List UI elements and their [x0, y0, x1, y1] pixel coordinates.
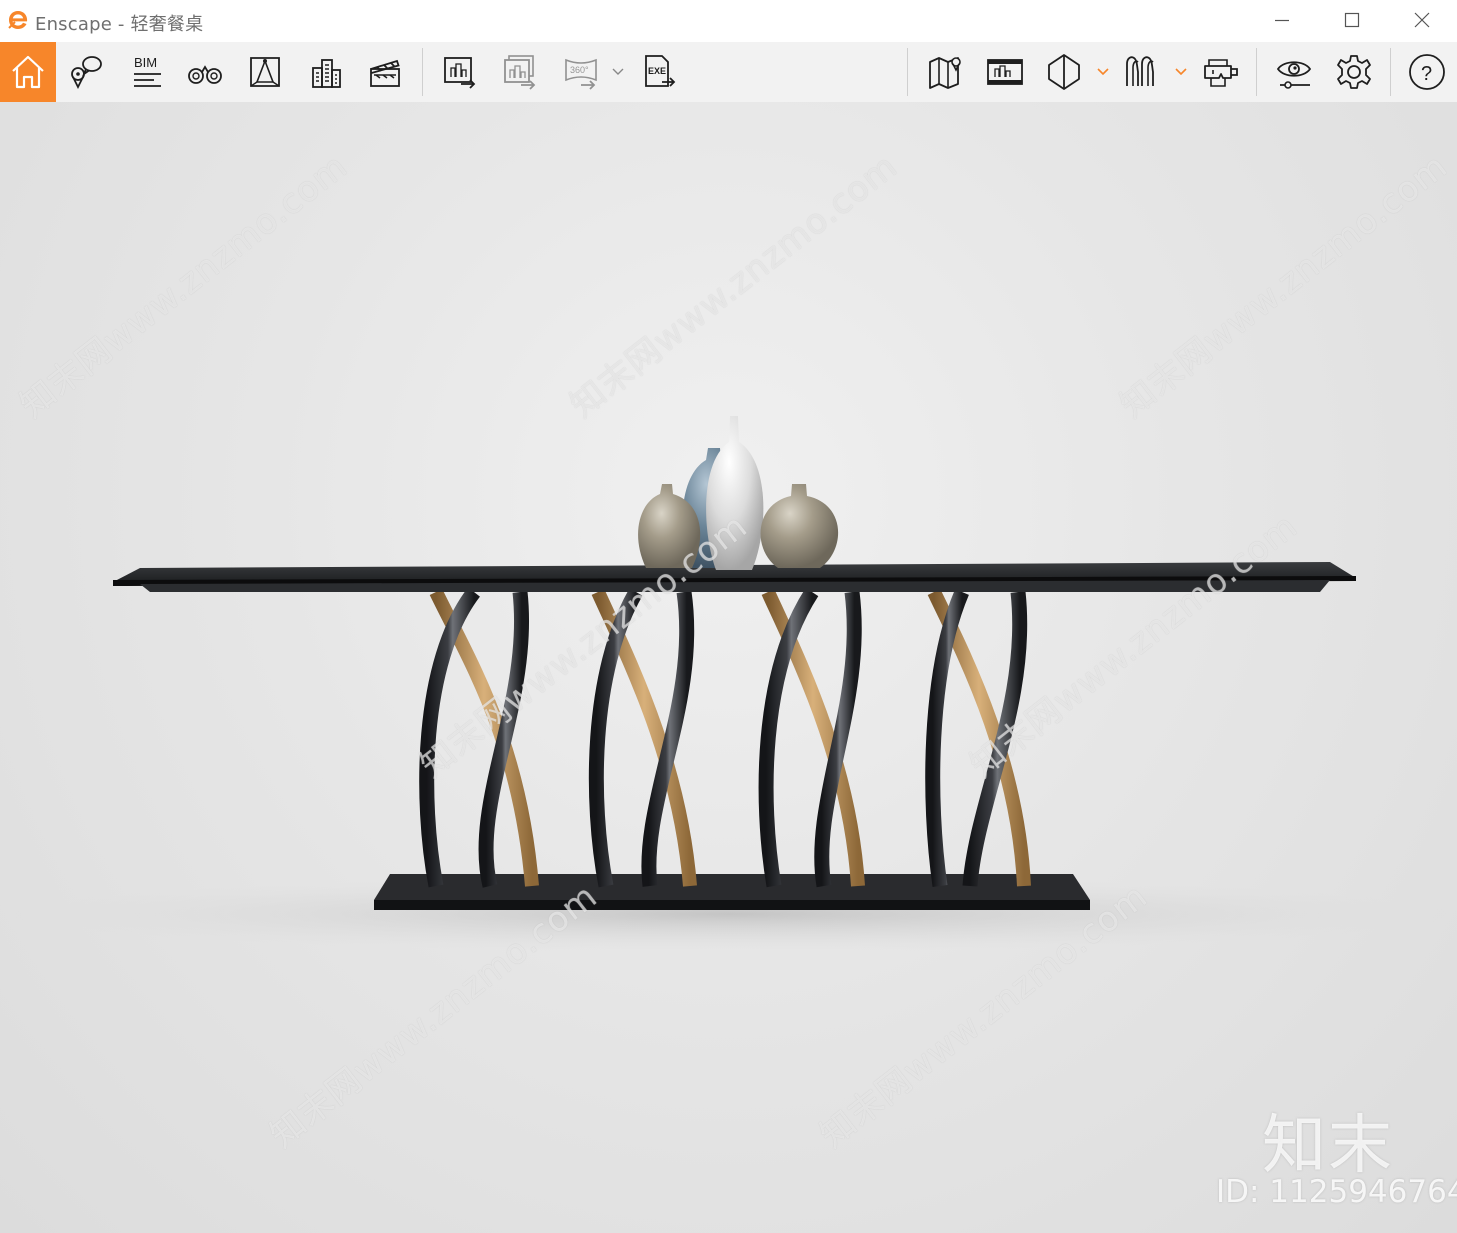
- maximize-button[interactable]: [1317, 0, 1387, 40]
- help-button[interactable]: ?: [1399, 42, 1455, 102]
- table-legs: [419, 587, 1031, 888]
- twin-views-dropdown[interactable]: [1173, 62, 1189, 82]
- exe-export-icon: EXE: [645, 55, 676, 87]
- viewport-icon: [987, 59, 1023, 85]
- help-icon: ?: [1409, 54, 1445, 90]
- close-button[interactable]: [1387, 0, 1457, 40]
- clapperboard-icon: [370, 59, 400, 87]
- toolbar-separator: [907, 48, 908, 96]
- map-pin-chat-icon: [71, 56, 102, 90]
- twin-views-button[interactable]: [1114, 42, 1170, 102]
- minimize-icon: [1275, 19, 1289, 22]
- views-button[interactable]: [57, 42, 113, 102]
- visual-settings-eye-icon: [1276, 61, 1312, 89]
- section-icon: [1048, 54, 1080, 90]
- minimap-button[interactable]: [917, 42, 973, 102]
- chevron-down-icon: [1097, 68, 1109, 76]
- section-dropdown[interactable]: [1095, 62, 1111, 82]
- bim-icon: BIM: [134, 55, 161, 87]
- asset-library-button[interactable]: [297, 42, 353, 102]
- exe-label: EXE: [648, 66, 666, 76]
- close-icon: [1414, 12, 1430, 28]
- window-title: Enscape - 轻奢餐桌: [35, 14, 204, 35]
- title-bar: Enscape - 轻奢餐桌: [0, 0, 1457, 42]
- chevron-down-icon: [1175, 68, 1187, 76]
- perspective-button[interactable]: [237, 42, 293, 102]
- bim-button[interactable]: BIM: [117, 42, 173, 102]
- binoculars-icon: [188, 65, 222, 84]
- brand-logo-text: 知末: [1262, 1109, 1394, 1183]
- home-button[interactable]: [0, 42, 56, 102]
- buildings-icon: [312, 59, 341, 88]
- walk-mode-button[interactable]: [177, 42, 233, 102]
- chevron-down-icon: [612, 68, 624, 75]
- vr-headset-icon: [1204, 59, 1238, 87]
- toolbar-separator: [422, 48, 423, 96]
- panorama-label: 360°: [570, 65, 589, 75]
- exe-export-button[interactable]: EXE: [630, 42, 686, 102]
- toolbar-separator: [1390, 48, 1391, 96]
- vr-headset-button[interactable]: [1193, 42, 1249, 102]
- panorama-dropdown[interactable]: [610, 62, 626, 82]
- asset-id-text: ID: 1125946764: [1216, 1174, 1457, 1210]
- batch-export-icon: [504, 55, 536, 90]
- render-viewport[interactable]: 知末网www.znzmo.com 知末网www.znzmo.com 知末网www…: [0, 102, 1457, 1233]
- viewport-button[interactable]: [977, 42, 1033, 102]
- batch-rendering-button[interactable]: [491, 42, 547, 102]
- toolbar: BIM 360° EXE ?: [0, 42, 1457, 139]
- screenshot-button[interactable]: [431, 42, 487, 102]
- general-settings-button[interactable]: [1326, 42, 1382, 102]
- twin-views-icon: [1126, 56, 1154, 86]
- perspective-box-icon: [250, 57, 280, 87]
- minimap-icon: [929, 57, 961, 89]
- visual-settings-button[interactable]: [1266, 42, 1322, 102]
- panorama-360-icon: 360°: [565, 58, 597, 90]
- maximize-icon: [1344, 12, 1360, 28]
- video-editor-button[interactable]: [357, 42, 413, 102]
- section-button[interactable]: [1036, 42, 1092, 102]
- minimize-button[interactable]: [1247, 0, 1317, 40]
- help-label: ?: [1421, 63, 1432, 85]
- gear-icon: [1337, 55, 1371, 89]
- enscape-logo-icon: [8, 11, 28, 29]
- home-icon: [12, 55, 44, 89]
- toolbar-separator: [1256, 48, 1257, 96]
- screenshot-export-icon: [444, 57, 476, 89]
- panorama-button[interactable]: 360°: [553, 42, 609, 102]
- bim-label: BIM: [134, 55, 157, 70]
